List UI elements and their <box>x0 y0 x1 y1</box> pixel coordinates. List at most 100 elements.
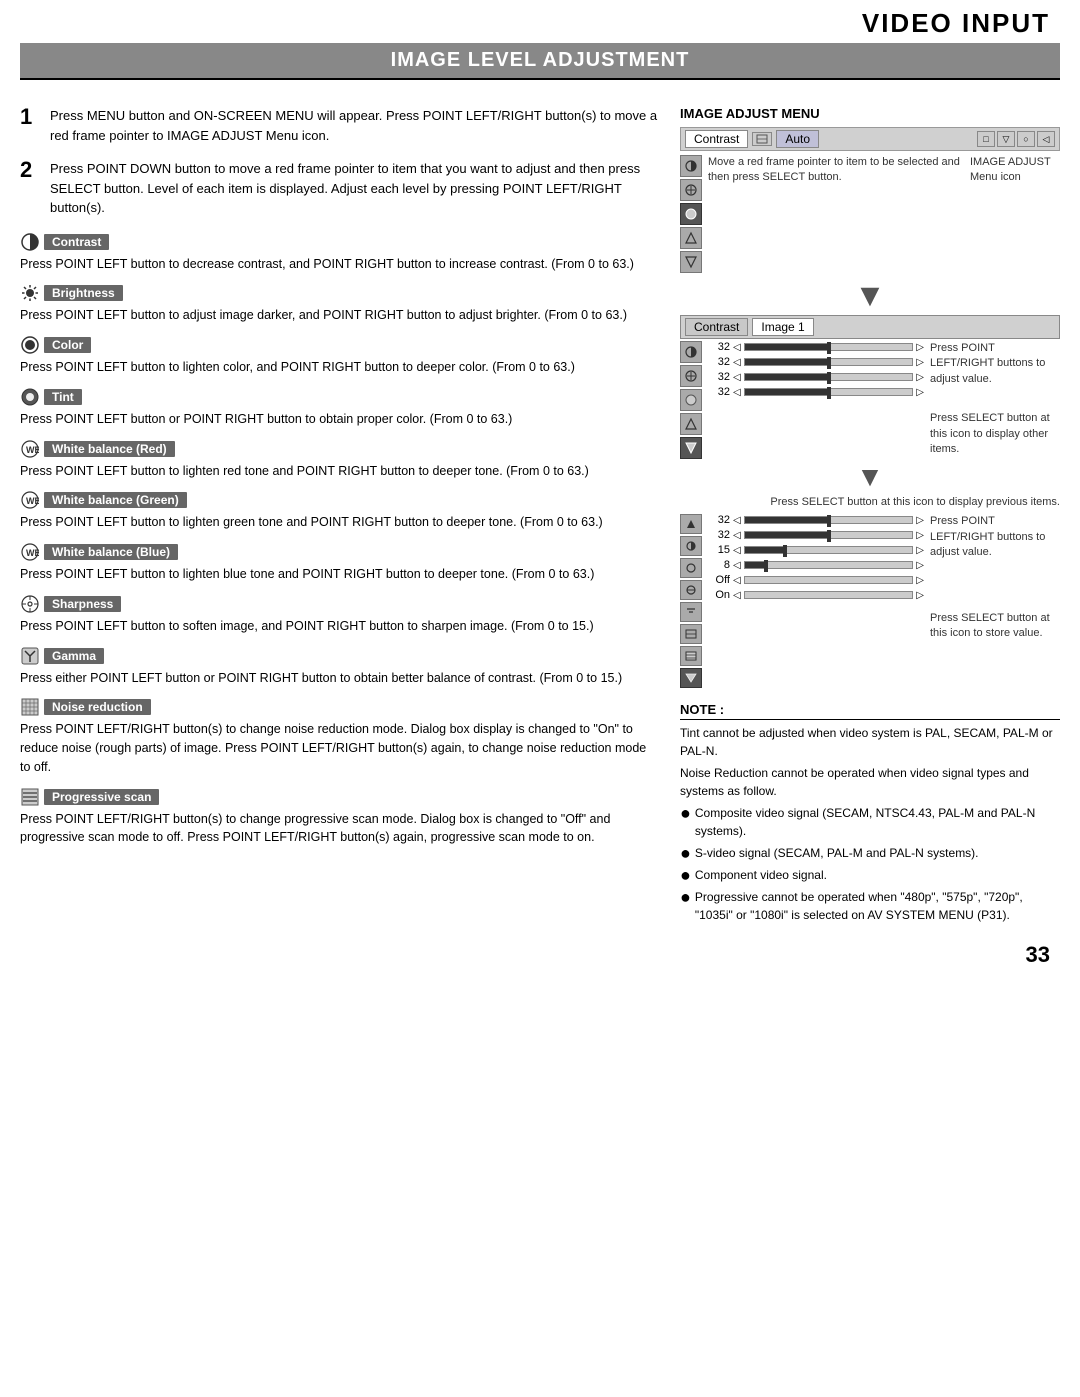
adj-arrow-r-1: ▷ <box>916 357 924 368</box>
side-btn-4[interactable] <box>680 227 702 249</box>
side-buttons-1 <box>680 155 702 273</box>
callout-7: Press SELECT button at this icon to stor… <box>930 611 1060 642</box>
feature-noise-label: Noise reduction <box>20 697 660 717</box>
wb-blue-icon: WB <box>20 542 40 562</box>
adj-row2-1: 32 ◁ ▷ <box>708 529 924 541</box>
adj2-val-5: On <box>708 589 730 601</box>
side-btn-1[interactable] <box>680 155 702 177</box>
adj-handle-0 <box>827 342 831 354</box>
callout-6: Press POINT LEFT/RIGHT buttons to adjust… <box>930 514 1060 560</box>
menu-icon-btn-1[interactable]: □ <box>977 131 995 147</box>
adjust-rows-area-2: 32 ◁ ▷ 32 ◁ <box>708 514 924 688</box>
adjust-row-0: 32 ◁ ▷ <box>708 341 924 353</box>
feature-progressive-scan: Progressive scan Press POINT LEFT/RIGHT … <box>20 787 660 848</box>
adj-row2-2: 15 ◁ ▷ <box>708 544 924 556</box>
adj-row2-3: 8 ◁ ▷ <box>708 559 924 571</box>
wb-blue-desc: Press POINT LEFT button to lighten blue … <box>20 565 660 584</box>
bullet-text-0: Composite video signal (SECAM, NTSC4.43,… <box>695 804 1060 840</box>
menu-tab-image1: Image 1 <box>752 318 813 336</box>
feature-brightness-label: Brightness <box>20 283 660 303</box>
callout-right-col: Press POINT LEFT/RIGHT buttons to adjust… <box>930 341 1060 459</box>
adj2-arr-0: ◁ <box>733 515 741 526</box>
side-btn-adj-4[interactable] <box>680 413 702 435</box>
tint-desc: Press POINT LEFT button or POINT RIGHT b… <box>20 410 660 429</box>
side-btn-adj-5[interactable] <box>680 437 702 459</box>
side-btn-5[interactable] <box>680 251 702 273</box>
note-bullet-1: ● S-video signal (SECAM, PAL-M and PAL-N… <box>680 844 1060 862</box>
sharpness-icon <box>20 594 40 614</box>
adj-arrow-1: ◁ <box>733 357 741 368</box>
step-2-text: Press POINT DOWN button to move a red fr… <box>50 159 660 218</box>
adj-handle-1 <box>827 357 831 369</box>
callout-right-col-2: Press POINT LEFT/RIGHT buttons to adjust… <box>930 514 1060 688</box>
adj-bar-0 <box>744 343 914 351</box>
note-section: NOTE : Tint cannot be adjusted when vide… <box>680 702 1060 924</box>
sb3-8[interactable] <box>680 668 702 688</box>
adjust-row-2: 32 ◁ ▷ <box>708 371 924 383</box>
side-btn-2[interactable] <box>680 179 702 201</box>
noise-reduction-desc: Press POINT LEFT/RIGHT button(s) to chan… <box>20 720 660 776</box>
adj-row2-0: 32 ◁ ▷ <box>708 514 924 526</box>
gamma-desc: Press either POINT LEFT button or POINT … <box>20 669 660 688</box>
adj-arrow-r-2: ▷ <box>916 372 924 383</box>
tint-name: Tint <box>44 389 82 405</box>
sb3-7[interactable] <box>680 646 702 666</box>
side-btn-adj-1[interactable] <box>680 341 702 363</box>
adj-fill-2 <box>745 374 829 380</box>
adj-arrow-2: ◁ <box>733 372 741 383</box>
gamma-name: Gamma <box>44 648 104 664</box>
feature-wb-blue-label: WB White balance (Blue) <box>20 542 660 562</box>
bullet-dot-3: ● <box>680 888 691 906</box>
feature-color: Color Press POINT LEFT button to lighten… <box>20 335 660 377</box>
sb3-3[interactable] <box>680 558 702 578</box>
adj-handle-2 <box>827 372 831 384</box>
side-btn-adj-2[interactable] <box>680 365 702 387</box>
divider <box>20 78 1060 80</box>
menu-tab-contrast-2: Contrast <box>685 318 748 336</box>
sb3-5[interactable] <box>680 602 702 622</box>
step-1-text: Press MENU button and ON-SCREEN MENU wil… <box>50 106 660 145</box>
menu-tab-contrast: Contrast <box>685 130 748 148</box>
callout-3: Press POINT LEFT/RIGHT buttons to adjust… <box>930 341 1060 387</box>
adj-val-1: 32 <box>708 356 730 368</box>
side-btn-adj-3[interactable] <box>680 389 702 411</box>
feature-gamma: Gamma Press either POINT LEFT button or … <box>20 646 660 688</box>
image-adjust-menu-title: IMAGE ADJUST MENU <box>680 106 1060 121</box>
callout-area-1: Move a red frame pointer to item to be s… <box>708 155 964 273</box>
sb3-1[interactable] <box>680 514 702 534</box>
menu-icon-btn-2[interactable]: ▽ <box>997 131 1015 147</box>
gamma-icon <box>20 646 40 666</box>
brightness-desc: Press POINT LEFT button to adjust image … <box>20 306 660 325</box>
page-number: 33 <box>0 934 1080 976</box>
menu-header-2: Contrast Image 1 <box>680 315 1060 339</box>
adj-arrow-r-3: ▷ <box>916 387 924 398</box>
adj-fill-0 <box>745 344 829 350</box>
wb-red-desc: Press POINT LEFT button to lighten red t… <box>20 462 660 481</box>
adj2-val-3: 8 <box>708 559 730 571</box>
right-column: IMAGE ADJUST MENU Contrast Auto □ ▽ ○ ◁ <box>680 106 1060 924</box>
third-adjust-section: 32 ◁ ▷ 32 ◁ <box>680 514 1060 688</box>
side-btn-3[interactable] <box>680 203 702 225</box>
feature-noise-reduction: Noise reduction Press POINT LEFT/RIGHT b… <box>20 697 660 776</box>
wb-green-icon: WB <box>20 490 40 510</box>
section-title: IMAGE LEVEL ADJUSTMENT <box>20 49 1060 72</box>
callout-4: Press SELECT button at this icon to disp… <box>930 411 1060 457</box>
note-bullet-2: ● Component video signal. <box>680 866 1060 884</box>
sb3-2[interactable] <box>680 536 702 556</box>
menu-icon-btn-3[interactable]: ○ <box>1017 131 1035 147</box>
feature-tint: Tint Press POINT LEFT button or POINT RI… <box>20 387 660 429</box>
color-name: Color <box>44 337 91 353</box>
feature-contrast: Contrast Press POINT LEFT button to decr… <box>20 232 660 274</box>
feature-wb-red-label: WB White balance (Red) <box>20 439 660 459</box>
note-title: NOTE : <box>680 702 1060 720</box>
feature-tint-label: Tint <box>20 387 660 407</box>
feature-gamma-label: Gamma <box>20 646 660 666</box>
sb3-4[interactable] <box>680 580 702 600</box>
callout-5: Press SELECT button at this icon to disp… <box>770 496 1060 508</box>
feature-wb-green-label: WB White balance (Green) <box>20 490 660 510</box>
sb3-6[interactable] <box>680 624 702 644</box>
menu-icon-btn-4[interactable]: ◁ <box>1037 131 1055 147</box>
callout-1-text: Move a red frame pointer to item to be s… <box>708 155 964 186</box>
menu-tab-auto: Auto <box>776 130 819 148</box>
adj-arrow-r-0: ▷ <box>916 342 924 353</box>
